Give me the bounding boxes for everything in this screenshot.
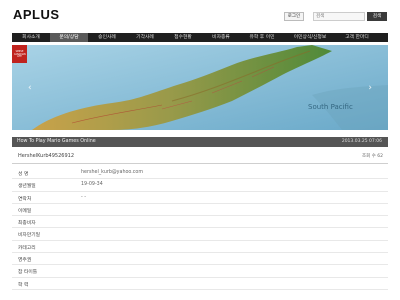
field-label: 비자만기일 [18, 233, 41, 239]
field-label: 카테고리 [18, 245, 36, 251]
field-label: 학 력 [18, 282, 29, 288]
field-label: 영주권 [18, 258, 32, 264]
field-row-job-title: 잡 타이틀 [12, 265, 388, 278]
field-row-pr: 영주권 [12, 253, 388, 266]
chevron-right-icon[interactable]: › [368, 83, 372, 93]
field-list: 성 명 hershel_kurb@yahoo.com 생년월일 19-09-34… [12, 167, 388, 290]
map-image: South Pacific [12, 45, 388, 130]
post-date: 2013.03.25 07:06 [341, 139, 382, 144]
brand-badge: SIMPLE CANADIAN LIFE [12, 45, 27, 63]
nav-item-customer-words[interactable]: 고객 한마디 [336, 33, 378, 42]
field-label: 이메일 [18, 208, 32, 214]
nav-item-immigration-info[interactable]: 이민상식/신청보 [284, 33, 336, 42]
chevron-left-icon[interactable]: ‹ [28, 83, 32, 93]
search-input[interactable] [313, 12, 365, 21]
nav-item-inquiry[interactable]: 문의/상담 [50, 33, 88, 42]
field-value: hershel_kurb@yahoo.com [81, 170, 144, 175]
field-row-education: 학 력 [12, 278, 388, 290]
post-title-bar: How To Play Mario Games Online 2013.03.2… [12, 137, 388, 147]
main-nav: 회사소개 문의/상담 승인사례 기각사례 접수현황 비자종류 유학 후 이민 이… [12, 33, 388, 42]
post-title: How To Play Mario Games Online [17, 139, 96, 144]
login-button[interactable]: 로그인 [284, 12, 304, 21]
field-label: 잡 타이틀 [18, 270, 38, 276]
field-label: 성 명 [18, 172, 29, 177]
field-label: 생년월일 [18, 184, 36, 190]
field-value: - - [81, 194, 86, 200]
field-row-visa-expiry: 비자만기일 [12, 228, 388, 241]
field-row-email: 이메일 [12, 204, 388, 217]
post-author[interactable]: HershelKurb49526912 [18, 153, 74, 159]
field-row-name: 성 명 hershel_kurb@yahoo.com [12, 167, 388, 180]
map-label-south-pacific: South Pacific [308, 103, 353, 111]
nav-item-company[interactable]: 회사소개 [12, 33, 50, 42]
field-value: 19-09-34 [81, 182, 103, 188]
nav-item-visa-types[interactable]: 비자종류 [202, 33, 240, 42]
search-button[interactable]: 검색 [367, 12, 387, 21]
view-count: 조회 수 62 [361, 154, 383, 159]
field-label: 연락처 [18, 196, 32, 202]
field-row-last-visa: 최종비자 [12, 216, 388, 229]
site-header: APLUS 로그인 검색 [0, 0, 400, 30]
divider [12, 163, 388, 164]
nav-item-filing-status[interactable]: 접수현황 [164, 33, 202, 42]
brand-badge-text: SIMPLE CANADIAN LIFE [14, 50, 26, 59]
field-row-contact: 연락처 - - [12, 192, 388, 204]
field-label: 최종비자 [18, 221, 36, 227]
field-row-birthdate: 생년월일 19-09-34 [12, 179, 388, 192]
site-logo[interactable]: APLUS [13, 7, 60, 22]
nav-item-study-immigration[interactable]: 유학 후 이민 [240, 33, 284, 42]
nav-item-rejected-cases[interactable]: 기각사례 [126, 33, 164, 42]
field-row-category: 카테고리 [12, 241, 388, 254]
hero-banner: South Pacific SIMPLE CANADIAN LIFE ‹ › [12, 45, 388, 130]
nav-item-approved-cases[interactable]: 승인사례 [88, 33, 126, 42]
